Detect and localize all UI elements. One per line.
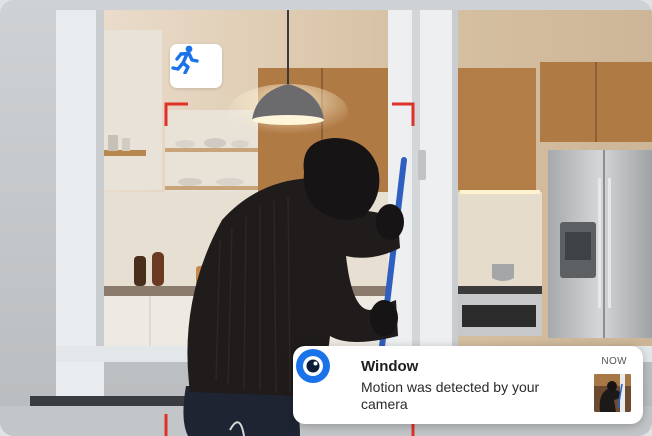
wood-cabinet-right — [456, 68, 536, 190]
notification-body: Motion was detected by your camera — [361, 379, 540, 412]
motion-notification[interactable]: Window Motion was detected by your camer… — [293, 346, 643, 424]
notification-time: NOW — [601, 356, 627, 367]
camera-feed: Window Motion was detected by your camer… — [0, 0, 652, 436]
intruder-thumbnail[interactable] — [594, 374, 631, 412]
motion-detected-badge[interactable] — [170, 44, 222, 88]
upper-cabinet-left — [104, 30, 162, 190]
notification-title: Window — [361, 358, 419, 375]
stove-top — [456, 286, 542, 294]
running-person-icon — [171, 45, 199, 74]
window-latch — [418, 150, 426, 180]
camera-lens-icon — [296, 349, 330, 383]
pot — [492, 264, 514, 281]
